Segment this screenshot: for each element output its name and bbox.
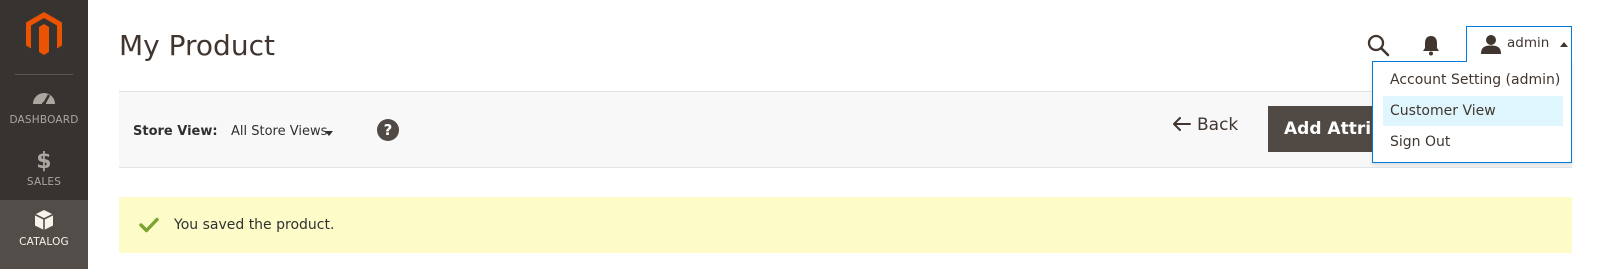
dollar-icon: $	[0, 148, 88, 174]
success-message-text: You saved the product.	[174, 217, 335, 233]
user-name: admin	[1507, 35, 1550, 51]
store-view-select[interactable]: All Store Views	[231, 124, 327, 139]
logo-divider	[15, 74, 73, 75]
page-actions-bar: Store View: All Store Views ? Back Add A…	[119, 91, 1572, 168]
dashboard-gauge-icon	[0, 86, 88, 112]
cube-icon	[0, 208, 88, 234]
menu-item-customer-view[interactable]: Customer View	[1383, 96, 1563, 126]
checkmark-icon	[139, 217, 159, 233]
sidebar-item-label: CATALOG	[19, 236, 69, 248]
store-view-label: Store View:	[133, 124, 218, 139]
admin-user-menu-toggle[interactable]: admin	[1466, 26, 1572, 62]
menu-item-account-setting[interactable]: Account Setting (admin)	[1383, 65, 1563, 95]
help-icon[interactable]: ?	[377, 119, 399, 141]
sidebar-item-catalog[interactable]: CATALOG	[0, 200, 88, 269]
page-title: My Product	[119, 29, 275, 62]
svg-text:$: $	[36, 149, 52, 172]
admin-sidebar: DASHBOARD $ SALES CATALOG	[0, 0, 88, 269]
account-dropdown-menu: Account Setting (admin) Customer View Si…	[1372, 61, 1572, 163]
caret-up-icon	[1560, 42, 1568, 47]
arrow-left-icon	[1173, 116, 1191, 131]
bell-icon[interactable]	[1421, 34, 1441, 56]
search-icon[interactable]	[1366, 33, 1390, 57]
menu-item-sign-out[interactable]: Sign Out	[1383, 127, 1563, 157]
back-button[interactable]: Back	[1173, 115, 1238, 143]
chevron-down-icon[interactable]	[325, 131, 333, 136]
success-message: You saved the product.	[119, 197, 1572, 253]
sidebar-item-label: DASHBOARD	[9, 114, 79, 126]
magento-logo[interactable]	[24, 10, 64, 58]
user-avatar-icon	[1481, 34, 1501, 54]
sidebar-item-dashboard[interactable]: DASHBOARD	[0, 86, 88, 150]
sidebar-item-label: SALES	[26, 176, 62, 188]
back-button-label: Back	[1197, 115, 1239, 135]
